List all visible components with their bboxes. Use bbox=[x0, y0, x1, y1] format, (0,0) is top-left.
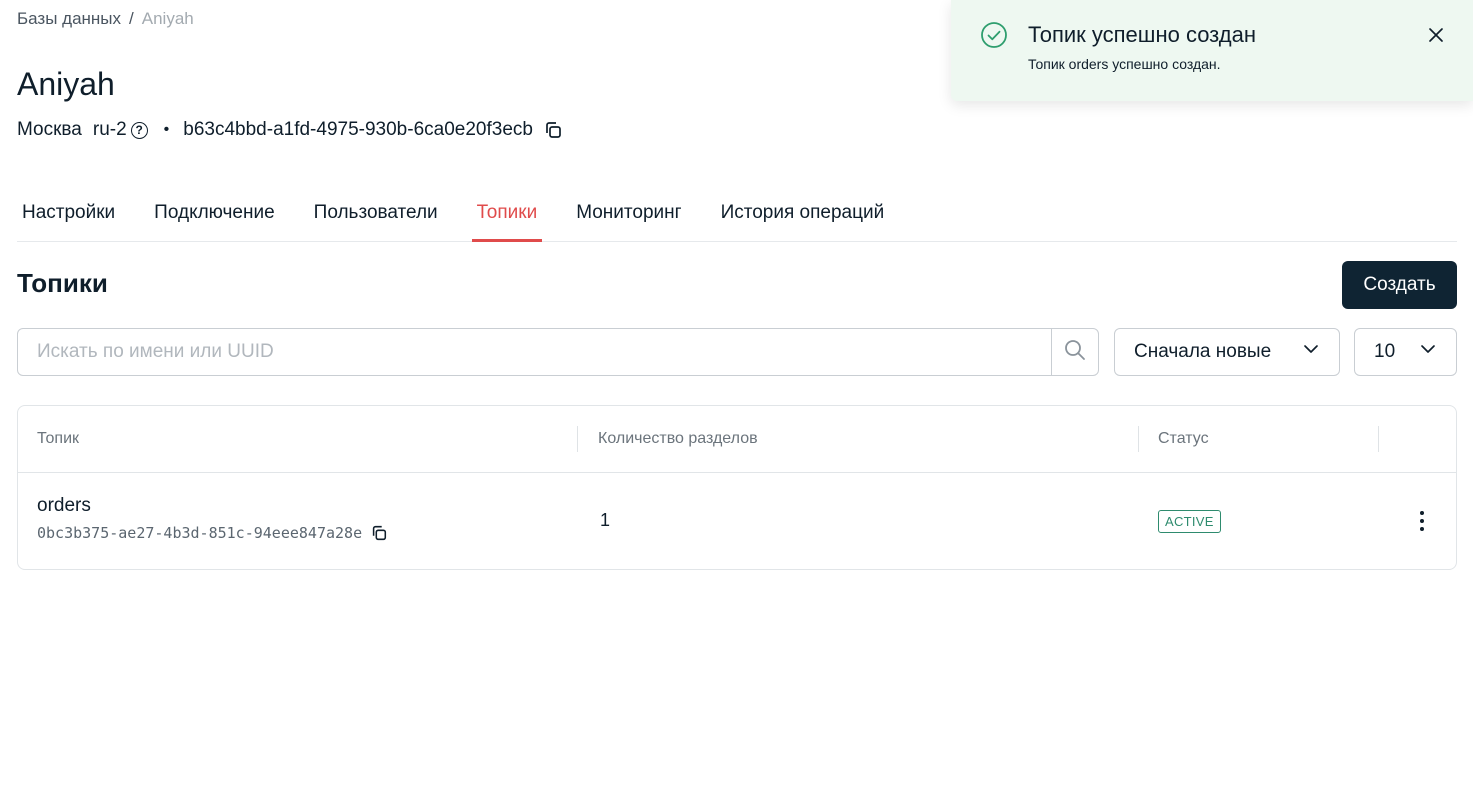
help-icon[interactable]: ? bbox=[130, 121, 148, 139]
page-size-value: 10 bbox=[1374, 341, 1396, 362]
topics-table: Топик Количество разделов Статус orders … bbox=[17, 405, 1457, 570]
column-divider[interactable] bbox=[1138, 426, 1139, 452]
column-divider[interactable] bbox=[1378, 426, 1379, 452]
page-size-select[interactable]: 10 bbox=[1354, 328, 1457, 376]
kebab-menu-icon[interactable] bbox=[1412, 509, 1432, 533]
partitions-count: 1 bbox=[600, 510, 611, 530]
chevron-down-icon bbox=[1419, 340, 1437, 364]
search-button[interactable] bbox=[1051, 329, 1098, 375]
close-icon[interactable] bbox=[1426, 25, 1446, 45]
region-label: ru-2 bbox=[92, 119, 127, 140]
database-meta: Москва ru-2 ? • b63c4bbd-a1fd-4975-930b-… bbox=[17, 119, 563, 141]
tab-operations-history[interactable]: История операций bbox=[716, 190, 890, 241]
database-uuid: b63c4bbd-a1fd-4975-930b-6ca0e20f3ecb bbox=[183, 119, 533, 140]
city-label: Москва bbox=[17, 119, 82, 140]
section-title: Топики bbox=[17, 268, 108, 298]
search-input[interactable] bbox=[18, 329, 1051, 375]
breadcrumb-current: Aniyah bbox=[141, 9, 194, 28]
column-header-status: Статус bbox=[1158, 430, 1209, 447]
topic-uuid: 0bc3b375-ae27-4b3d-851c-94eee847a28e bbox=[37, 524, 363, 542]
breadcrumb-databases-link[interactable]: Базы данных bbox=[17, 9, 121, 29]
copy-icon[interactable] bbox=[370, 524, 388, 542]
column-header-topic: Топик bbox=[37, 430, 80, 447]
success-toast: Топик успешно создан Топик orders успешн… bbox=[951, 0, 1473, 101]
tab-topics[interactable]: Топики bbox=[471, 190, 543, 242]
table-row[interactable]: orders 0bc3b375-ae27-4b3d-851c-94eee847a… bbox=[18, 473, 1456, 570]
breadcrumb-separator: / bbox=[129, 9, 134, 28]
separator-dot: • bbox=[163, 121, 170, 138]
sort-select-value: Сначала новые bbox=[1134, 341, 1272, 362]
chevron-down-icon bbox=[1302, 340, 1320, 364]
search-box bbox=[17, 328, 1099, 376]
status-badge: ACTIVE bbox=[1158, 510, 1221, 533]
tab-connection[interactable]: Подключение bbox=[149, 190, 279, 241]
create-button[interactable]: Создать bbox=[1342, 261, 1457, 309]
page-title: Aniyah bbox=[17, 66, 115, 102]
status-cell: ACTIVE bbox=[1158, 510, 1221, 533]
sort-select[interactable]: Сначала новые bbox=[1114, 328, 1340, 376]
tab-monitoring[interactable]: Мониторинг bbox=[571, 190, 686, 241]
topic-name[interactable]: orders bbox=[37, 495, 388, 517]
topic-cell: orders 0bc3b375-ae27-4b3d-851c-94eee847a… bbox=[37, 495, 388, 542]
toast-message: Топик orders успешно создан. bbox=[1028, 56, 1221, 72]
copy-icon[interactable] bbox=[543, 120, 563, 140]
tab-users[interactable]: Пользователи bbox=[309, 190, 443, 241]
toast-title: Топик успешно создан bbox=[1028, 22, 1257, 47]
tabs-bar: Настройки Подключение Пользователи Топик… bbox=[17, 190, 1457, 242]
breadcrumb: Базы данных / Aniyah bbox=[17, 9, 194, 29]
tab-settings[interactable]: Настройки bbox=[17, 190, 120, 241]
table-header: Топик Количество разделов Статус bbox=[18, 406, 1456, 473]
topic-uuid-line: 0bc3b375-ae27-4b3d-851c-94eee847a28e bbox=[37, 524, 388, 542]
column-header-partitions: Количество разделов bbox=[598, 430, 758, 447]
check-circle-icon bbox=[980, 21, 1008, 49]
search-icon bbox=[1063, 338, 1087, 367]
column-divider[interactable] bbox=[577, 426, 578, 452]
